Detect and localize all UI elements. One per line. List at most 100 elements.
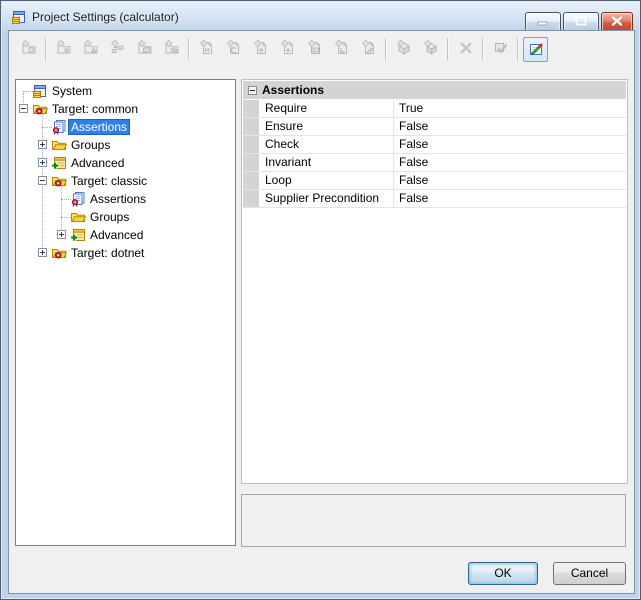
link-icon bbox=[110, 40, 126, 59]
category-gutter bbox=[243, 136, 259, 153]
tree-item-label: Advanced bbox=[87, 227, 146, 243]
settings-tree-panel: SystemTarget: commonAssertionsGroupsAdva… bbox=[15, 79, 236, 546]
property-value[interactable]: False bbox=[394, 190, 626, 207]
collapse-icon[interactable] bbox=[19, 104, 28, 113]
add-library-button bbox=[132, 37, 157, 62]
property-value[interactable]: True bbox=[394, 100, 626, 117]
target-folder-icon bbox=[51, 245, 67, 261]
file-image-icon bbox=[307, 40, 323, 59]
tree-item-assertions[interactable]: Assertions bbox=[16, 190, 235, 208]
tree-item-target-dotnet[interactable]: Target: dotnet bbox=[16, 244, 235, 262]
category-gutter bbox=[243, 172, 259, 189]
advanced-icon bbox=[51, 155, 67, 171]
tree-item-label: Assertions bbox=[68, 119, 130, 135]
property-row-supplier-precondition: Supplier PreconditionFalse bbox=[243, 190, 626, 208]
expand-icon[interactable] bbox=[38, 140, 47, 149]
tree-item-groups[interactable]: Groups bbox=[16, 136, 235, 154]
project-settings-dialog: Project Settings (calculator) System Targ… bbox=[0, 0, 641, 600]
file-h-icon bbox=[199, 40, 215, 59]
close-button[interactable] bbox=[601, 12, 633, 32]
property-value[interactable]: False bbox=[394, 172, 626, 189]
dialog-client-area: SystemTarget: commonAssertionsGroupsAdva… bbox=[9, 31, 634, 593]
tree-item-label: Advanced bbox=[68, 155, 127, 171]
folder-add-icon bbox=[56, 40, 72, 59]
property-value[interactable]: False bbox=[394, 154, 626, 171]
tree-item-groups[interactable]: Groups bbox=[16, 208, 235, 226]
close-icon bbox=[611, 15, 623, 29]
assertions-icon bbox=[51, 119, 67, 135]
expand-icon[interactable] bbox=[38, 158, 47, 167]
toolbar-separator bbox=[188, 38, 190, 60]
edit-settings-button[interactable] bbox=[523, 37, 548, 62]
window-title: Project Settings (calculator) bbox=[32, 10, 179, 24]
collapse-category-icon[interactable] bbox=[248, 86, 257, 95]
cancel-button[interactable]: Cancel bbox=[553, 562, 626, 585]
tree-item-target-common[interactable]: Target: common bbox=[16, 100, 235, 118]
add-external-file-button bbox=[356, 37, 381, 62]
property-name: Invariant bbox=[259, 154, 394, 171]
add-target-button bbox=[51, 37, 76, 62]
collapse-icon[interactable] bbox=[38, 176, 47, 185]
tree-item-advanced[interactable]: Advanced bbox=[16, 154, 235, 172]
delete-button bbox=[453, 37, 478, 62]
folder-parts-icon bbox=[164, 40, 180, 59]
property-rows: RequireTrueEnsureFalseCheckFalseInvarian… bbox=[243, 100, 626, 208]
expand-icon[interactable] bbox=[38, 248, 47, 257]
expand-icon[interactable] bbox=[57, 230, 66, 239]
property-value[interactable]: False bbox=[394, 118, 626, 135]
application-icon bbox=[11, 9, 27, 25]
property-row-require: RequireTrue bbox=[243, 100, 626, 118]
tree-item-target-classic[interactable]: Target: classic bbox=[16, 172, 235, 190]
property-grid-panel: Assertions RequireTrueEnsureFalseCheckFa… bbox=[241, 79, 628, 484]
copy-component-button bbox=[418, 37, 443, 62]
toolbar bbox=[9, 31, 634, 67]
add-class-file-button bbox=[221, 37, 246, 62]
advanced-icon bbox=[70, 227, 86, 243]
tree-item-advanced[interactable]: Advanced bbox=[16, 226, 235, 244]
minimize-icon bbox=[537, 15, 549, 29]
folder-icon bbox=[70, 209, 86, 225]
property-value[interactable]: False bbox=[394, 136, 626, 153]
tree-item-assertions[interactable]: Assertions bbox=[16, 118, 235, 136]
maximize-button[interactable] bbox=[563, 12, 599, 32]
add-import-file-button bbox=[329, 37, 354, 62]
property-category-label: Assertions bbox=[262, 83, 324, 97]
toolbar-separator bbox=[45, 38, 47, 60]
file-c-icon bbox=[226, 40, 242, 59]
assertions-icon bbox=[70, 191, 86, 207]
add-cluster-button bbox=[159, 37, 184, 62]
minimize-button[interactable] bbox=[525, 12, 561, 32]
tree-item-label: Groups bbox=[87, 209, 132, 225]
tree-item-label: System bbox=[49, 83, 95, 99]
category-gutter bbox=[243, 118, 259, 135]
folder-disk-icon bbox=[21, 40, 37, 59]
cube-add-icon bbox=[423, 40, 439, 59]
toolbar-separator bbox=[517, 38, 519, 60]
settings-tree: SystemTarget: commonAssertionsGroupsAdva… bbox=[16, 80, 235, 262]
tree-item-label: Target: dotnet bbox=[68, 245, 147, 261]
maximize-icon bbox=[575, 15, 587, 29]
caption-buttons bbox=[525, 12, 633, 32]
file-plus-icon bbox=[280, 40, 296, 59]
add-header-file-button bbox=[194, 37, 219, 62]
description-text bbox=[242, 495, 625, 503]
tree-item-label: Target: common bbox=[49, 101, 141, 117]
ok-button[interactable]: OK bbox=[468, 562, 538, 585]
property-name: Loop bbox=[259, 172, 394, 189]
file-plus-icon bbox=[253, 40, 269, 59]
folder-shape-icon bbox=[83, 40, 99, 59]
folder-icon bbox=[51, 137, 67, 153]
tree-item-system[interactable]: System bbox=[16, 82, 235, 100]
add-file-button bbox=[248, 37, 273, 62]
toolbar-separator bbox=[447, 38, 449, 60]
property-row-check: CheckFalse bbox=[243, 136, 626, 154]
toolbar-separator bbox=[385, 38, 387, 60]
add-assembly-button bbox=[78, 37, 103, 62]
add-reference-button bbox=[105, 37, 130, 62]
property-category-header: Assertions bbox=[243, 81, 626, 100]
category-gutter bbox=[243, 100, 259, 117]
cube-icon bbox=[396, 40, 412, 59]
property-row-invariant: InvariantFalse bbox=[243, 154, 626, 172]
toolbar-separator bbox=[482, 38, 484, 60]
file-l-icon bbox=[334, 40, 350, 59]
